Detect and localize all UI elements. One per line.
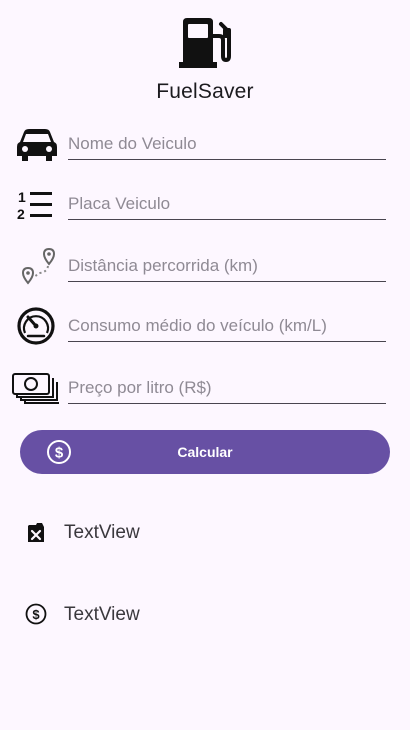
dollar-circle-icon: $	[25, 603, 47, 625]
car-icon	[17, 129, 57, 161]
svg-text:$: $	[32, 607, 40, 622]
svg-text:1: 1	[18, 189, 26, 205]
calculate-button[interactable]: $ Calcular	[20, 430, 390, 474]
route-pin-icon	[21, 247, 56, 285]
no-fuel-icon	[28, 523, 44, 542]
vehicle-plate-input[interactable]	[68, 190, 386, 220]
result-fuel-text: TextView	[64, 522, 140, 543]
svg-text:2: 2	[17, 206, 25, 222]
consumption-input[interactable]	[68, 312, 386, 342]
result-cost-row: $ TextView	[0, 596, 410, 632]
calculate-button-label: Calcular	[177, 444, 233, 460]
price-row	[0, 368, 410, 416]
gas-pump-icon	[179, 18, 231, 68]
vehicle-name-row	[0, 124, 410, 172]
distance-row	[0, 246, 410, 294]
consumption-row	[0, 306, 410, 354]
numbered-list-icon: 1 2	[17, 189, 52, 222]
result-cost-text: TextView	[64, 604, 140, 625]
price-input[interactable]	[68, 374, 386, 404]
distance-input[interactable]	[68, 252, 386, 282]
vehicle-name-input[interactable]	[68, 130, 386, 160]
vehicle-plate-row: 1 2	[0, 184, 410, 232]
app-title: FuelSaver	[156, 80, 254, 103]
result-fuel-row: TextView	[0, 514, 410, 550]
speedometer-icon	[17, 307, 55, 345]
money-stack-icon	[12, 373, 59, 404]
